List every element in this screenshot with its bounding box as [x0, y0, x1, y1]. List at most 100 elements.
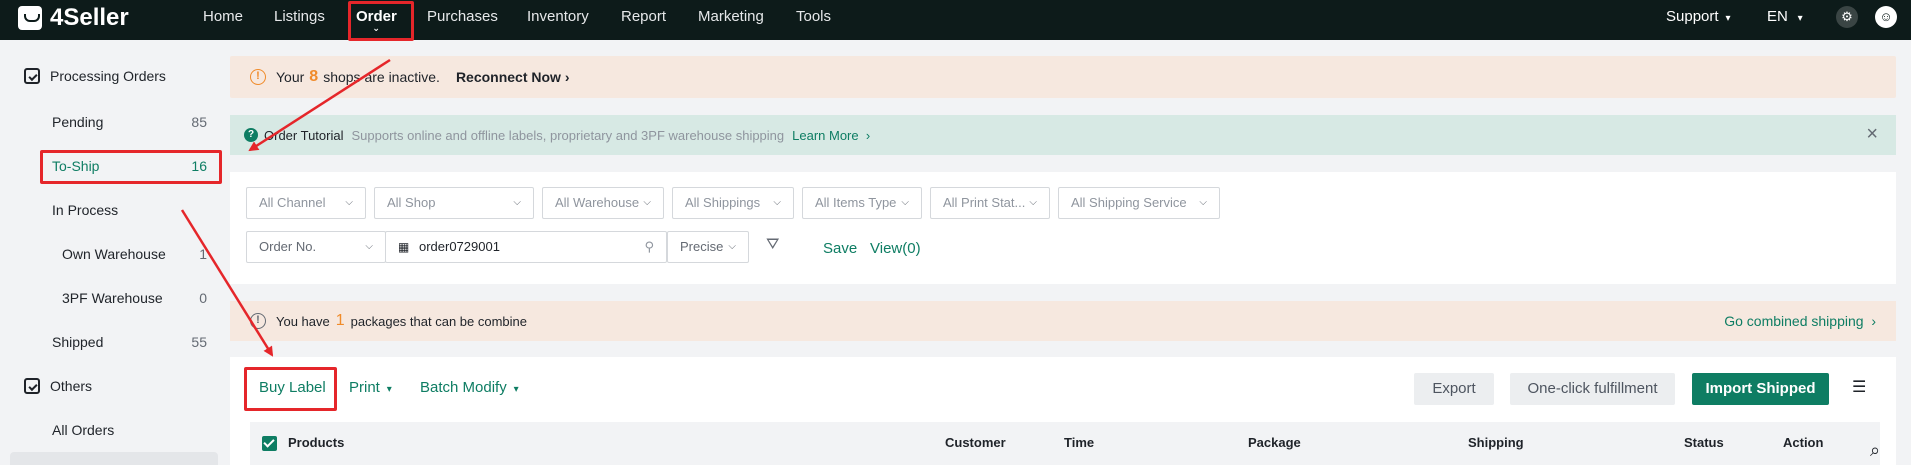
column-action: Action [1783, 435, 1824, 450]
sidebar-item-in-process[interactable]: In Process [52, 202, 207, 218]
sidebar-group-others[interactable]: Others [24, 378, 92, 394]
chevron-down-icon: ⌵ [643, 197, 651, 208]
search-list-icon[interactable]: ⌕ [1870, 440, 1900, 465]
sidebar-item-count: 85 [191, 114, 207, 130]
language-menu[interactable]: EN ▾ [1767, 0, 1803, 33]
clipboard-check-icon [24, 68, 40, 84]
chevron-down-icon: ▾ [384, 384, 392, 395]
close-icon[interactable]: × [1866, 123, 1878, 146]
sidebar-item-own-warehouse[interactable]: Own Warehouse 1 [62, 246, 207, 262]
column-time: Time [1064, 435, 1095, 450]
nav-order[interactable]: Order ⌄ [356, 0, 397, 33]
combine-count: 1 [335, 312, 345, 329]
column-products: Products [288, 435, 345, 450]
combine-text-pre: You have [276, 313, 330, 329]
nav-inventory[interactable]: Inventory [527, 0, 589, 33]
chevron-down-icon: ⌵ [513, 197, 521, 208]
column-package: Package [1248, 435, 1301, 450]
warehouse-select-value: All Warehouse [555, 195, 640, 210]
import-shipped-button[interactable]: Import Shipped [1692, 373, 1829, 405]
inactive-count: 8 [309, 68, 319, 85]
column-shipping: Shipping [1468, 435, 1524, 450]
search-type-value: Order No. [259, 239, 317, 254]
orders-panel: Buy Label Print ▾ Batch Modify ▾ Export … [230, 357, 1896, 465]
sidebar-item-label: Shipped [52, 334, 104, 350]
tutorial-title: Order Tutorial [264, 127, 344, 143]
sidebar-item-count: 1 [199, 246, 207, 262]
sidebar-item-count: 0 [199, 290, 207, 306]
sidebar-group-processing[interactable]: Processing Orders [24, 68, 166, 84]
buy-label-button[interactable]: Buy Label [259, 379, 326, 396]
sidebar-item-3pf-warehouse[interactable]: 3PF Warehouse 0 [62, 290, 207, 306]
sidebar-group-label: Others [50, 378, 93, 394]
chevron-right-icon: › [862, 127, 871, 143]
items-type-select[interactable]: All Items Type ⌵ [802, 187, 922, 219]
shipping-service-select-value: All Shipping Service [1071, 195, 1187, 210]
nav-report[interactable]: Report [621, 0, 666, 33]
sidebar: Processing Orders Pending 85 To-Ship 16 … [0, 40, 219, 465]
support-menu[interactable]: Support ▾ [1666, 0, 1731, 33]
chevron-down-icon: ▾ [510, 384, 519, 395]
nav-home[interactable]: Home [203, 0, 243, 33]
batch-modify-menu[interactable]: Batch Modify ▾ [420, 379, 519, 396]
combined-shipping-label: Go combined shipping [1724, 313, 1864, 329]
help-icon: ? [244, 128, 258, 142]
nav-purchases[interactable]: Purchases [427, 0, 498, 33]
column-status: Status [1684, 435, 1724, 450]
sidebar-item-to-ship[interactable]: To-Ship 16 [52, 158, 207, 174]
sidebar-group-label: Processing Orders [50, 68, 166, 84]
sidebar-item-shipped[interactable]: Shipped 55 [52, 334, 207, 350]
match-mode-select[interactable]: Precise ⌵ [667, 231, 749, 263]
column-settings-icon[interactable]: ☰ [1852, 377, 1866, 397]
order-search-input[interactable]: ▦ order0729001 ⚲ [385, 231, 667, 263]
nav-tools[interactable]: Tools [796, 0, 831, 33]
items-type-select-value: All Items Type [815, 195, 897, 210]
order-tutorial-banner: ? Order Tutorial Supports online and off… [230, 115, 1896, 155]
combine-text-post: packages that can be combine [350, 313, 527, 329]
view-filters-button[interactable]: View(0) [870, 240, 921, 257]
chevron-right-icon: › [1867, 313, 1876, 329]
sidebar-item-pending[interactable]: Pending 85 [52, 114, 207, 130]
shipping-service-select[interactable]: All Shipping Service ⌵ [1058, 187, 1220, 219]
print-status-select[interactable]: All Print Stat... ⌵ [930, 187, 1050, 219]
nav-marketing[interactable]: Marketing [698, 0, 764, 33]
scan-icon: ▦ [398, 240, 410, 254]
search-type-select[interactable]: Order No. ⌵ [246, 231, 386, 263]
sidebar-item-all-orders[interactable]: All Orders [52, 422, 207, 438]
search-icon[interactable]: ⚲ [644, 232, 654, 262]
sidebar-item-label: 3PF Warehouse [62, 290, 163, 306]
export-button[interactable]: Export [1414, 373, 1494, 405]
shippings-select[interactable]: All Shippings ⌵ [672, 187, 794, 219]
shop-select[interactable]: All Shop ⌵ [374, 187, 534, 219]
sidebar-item-label: To-Ship [52, 158, 100, 174]
one-click-fulfillment-button[interactable]: One-click fulfillment [1510, 373, 1675, 405]
chevron-down-icon: ▾ [1792, 13, 1803, 24]
batch-modify-label: Batch Modify [420, 379, 507, 396]
sidebar-item-count: 16 [191, 158, 207, 174]
chevron-down-icon: ⌵ [345, 197, 353, 208]
warehouse-select[interactable]: All Warehouse ⌵ [542, 187, 664, 219]
reconnect-label: Reconnect Now [455, 69, 561, 85]
match-mode-value: Precise [680, 239, 724, 254]
filter-icon[interactable]: ⛛ [766, 236, 779, 254]
brand-name: 4Seller [50, 4, 129, 31]
print-menu[interactable]: Print ▾ [349, 379, 392, 396]
chevron-down-icon: ⌵ [728, 241, 736, 252]
tutorial-description: Supports online and offline labels, prop… [351, 127, 785, 143]
brand-logo[interactable]: 4Seller [18, 4, 129, 32]
reconnect-now-link[interactable]: Reconnect Now › [456, 69, 570, 85]
go-combined-shipping-link[interactable]: Go combined shipping › [1724, 313, 1876, 329]
channel-select[interactable]: All Channel ⌵ [246, 187, 366, 219]
chevron-down-icon: ▾ [1722, 13, 1731, 24]
clipboard-check-icon [24, 378, 40, 394]
chevron-down-icon: ⌵ [773, 197, 781, 208]
combine-packages-banner: ! You have 1 packages that can be combin… [230, 301, 1896, 341]
learn-more-link[interactable]: Learn More › [792, 128, 870, 143]
select-all-checkbox[interactable] [262, 436, 277, 451]
save-filter-button[interactable]: Save [823, 240, 857, 257]
sidebar-item-next[interactable] [10, 452, 218, 465]
nav-listings[interactable]: Listings [274, 0, 325, 33]
gear-icon[interactable]: ⚙ [1836, 6, 1858, 28]
channel-select-value: All Channel [259, 195, 326, 210]
avatar[interactable]: ☺ [1875, 6, 1897, 28]
